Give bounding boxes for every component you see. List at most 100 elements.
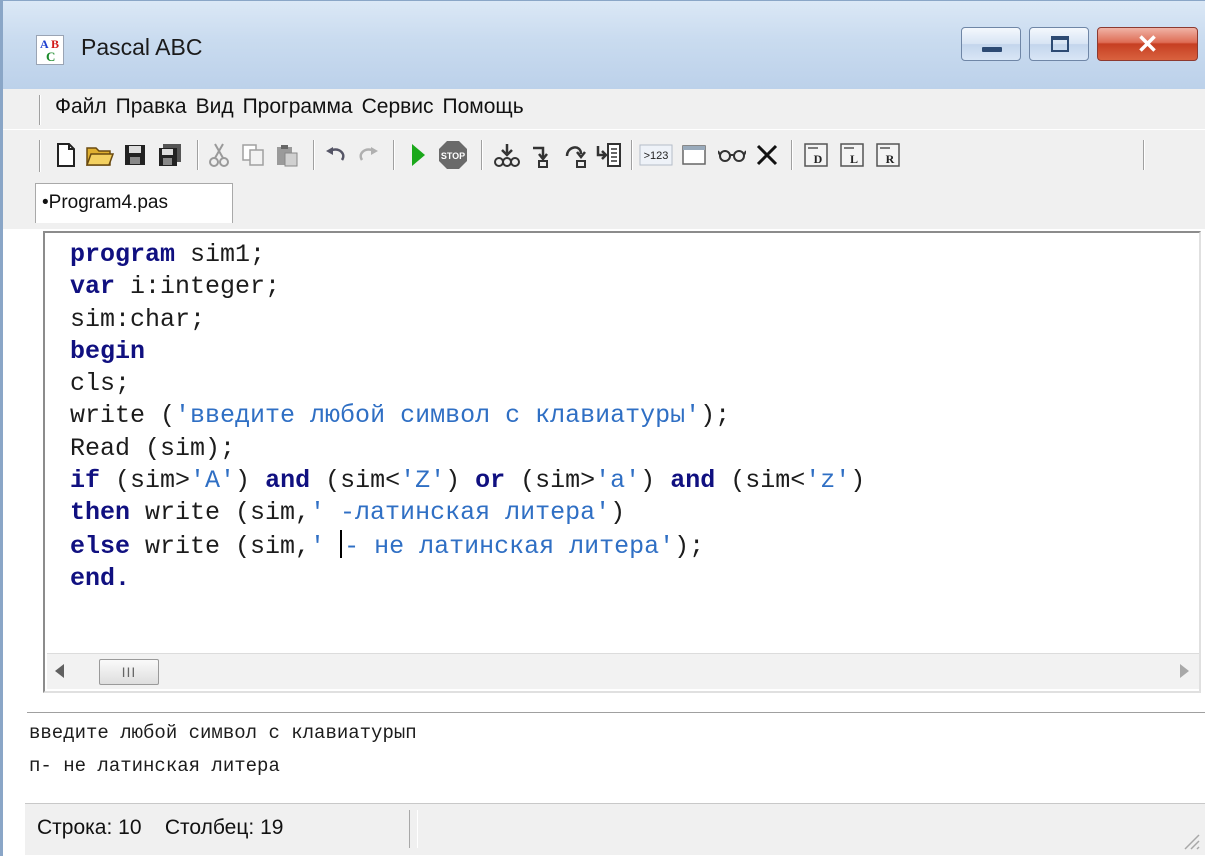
icon-letter-c: C (46, 49, 56, 64)
code-line[interactable]: then write (sim,' -латинская литера') (70, 497, 865, 529)
stop-button[interactable]: STOP (435, 138, 471, 172)
toolbar-separator (631, 140, 633, 170)
code-keyword: or (475, 466, 506, 496)
code-token: Read (sim); (70, 433, 236, 463)
code-line[interactable]: cls; (70, 368, 865, 400)
debug-d-icon: D (804, 143, 828, 167)
toolbar-separator (313, 140, 315, 170)
code-string: 'a' (595, 466, 641, 496)
scroll-left-icon[interactable] (55, 664, 64, 678)
output-window-button[interactable] (677, 138, 711, 172)
glasses-button[interactable] (715, 138, 749, 172)
code-line[interactable]: end. (70, 563, 865, 595)
menu-item-help[interactable]: Помощь (443, 95, 524, 119)
save-all-button[interactable] (153, 138, 187, 172)
step-over-button[interactable] (525, 138, 557, 172)
code-token: write (sim, (130, 531, 311, 561)
evaluate-button[interactable]: >123 (637, 138, 675, 172)
code-token: write (sim, (130, 498, 311, 528)
redo-button[interactable] (353, 138, 383, 172)
code-line[interactable]: var i:integer; (70, 271, 865, 303)
code-token: (sim> (505, 466, 596, 496)
horizontal-scrollbar[interactable]: III (47, 653, 1199, 689)
undo-button[interactable] (321, 138, 351, 172)
menu-items: Файл Правка Вид Программа Сервис Помощь (55, 95, 533, 119)
code-text[interactable]: program sim1; var i:integer; sim:char; begi… (70, 239, 865, 595)
run-to-cursor-button[interactable] (593, 138, 625, 172)
main-window: A B C Pascal ABC ✕ Файл Правка Вид Прогр… (0, 0, 1205, 856)
scroll-right-icon[interactable] (1180, 664, 1189, 678)
pascal-abc-app-icon[interactable]: A B C (36, 35, 64, 65)
code-line[interactable]: else write (sim,' - не латинская литера'… (70, 529, 865, 563)
code-token: ) (850, 466, 866, 496)
tab-strip: •Program4.pas (3, 181, 1205, 229)
code-keyword: end. (70, 563, 131, 593)
output-window-icon (682, 145, 706, 165)
code-keyword: else (70, 531, 131, 561)
output-line: п- не латинская литера (29, 755, 280, 777)
debug-d-button[interactable]: D (799, 138, 833, 172)
stop-label: STOP (441, 151, 465, 161)
scrollbar-thumb[interactable]: III (99, 659, 159, 685)
debug-l-label: L (850, 152, 858, 166)
cursor-position-panel: Строка: 10 Столбец: 19 (25, 810, 410, 848)
code-token: ) (235, 466, 266, 496)
toolbar-separator (197, 140, 199, 170)
code-token: ) (445, 466, 476, 496)
code-token: sim:char; (70, 304, 206, 334)
code-editor[interactable]: program sim1; var i:integer; sim:char; begi… (43, 231, 1201, 693)
menu-bar: Файл Правка Вид Программа Сервис Помощь (3, 89, 1205, 129)
undo-icon (326, 147, 345, 161)
code-keyword: and (670, 466, 716, 496)
menu-item-edit[interactable]: Правка (116, 95, 187, 119)
save-button[interactable] (119, 138, 151, 172)
paste-button[interactable] (271, 138, 303, 172)
cut-button[interactable] (203, 138, 235, 172)
minimize-button[interactable] (961, 27, 1021, 61)
title-bar[interactable]: A B C Pascal ABC ✕ (3, 1, 1205, 89)
toolbar-grip (39, 140, 41, 172)
debug-l-button[interactable]: L (835, 138, 869, 172)
open-file-button[interactable] (83, 138, 117, 172)
code-keyword: if (70, 466, 101, 496)
code-line[interactable]: program sim1; (70, 239, 865, 271)
code-line[interactable]: write ('введите любой символ с клавиатур… (70, 400, 865, 432)
debug-l-icon: L (840, 143, 864, 167)
step-into-icon (494, 144, 520, 167)
menu-item-view[interactable]: Вид (196, 95, 234, 119)
column-label: Столбец: (164, 816, 255, 839)
code-token: cls; (70, 369, 131, 399)
code-token: (sim< (310, 466, 401, 496)
toolbar-separator (393, 140, 395, 170)
toolbar-separator (481, 140, 483, 170)
menu-item-file[interactable]: Файл (55, 95, 107, 119)
code-line[interactable]: if (sim>'A') and (sim<'Z') or (sim>'a') … (70, 465, 865, 497)
code-keyword: begin (70, 336, 146, 366)
run-button[interactable] (403, 138, 433, 172)
menu-item-service[interactable]: Сервис (362, 95, 434, 119)
step-into-button[interactable] (491, 138, 523, 172)
delete-button[interactable] (751, 138, 783, 172)
stop-icon: STOP (439, 141, 467, 169)
debug-r-button[interactable]: R (871, 138, 905, 172)
copy-button[interactable] (237, 138, 269, 172)
redo-icon (359, 147, 378, 161)
maximize-button[interactable] (1029, 27, 1089, 61)
close-button[interactable]: ✕ (1097, 27, 1198, 61)
step-out-button[interactable] (559, 138, 591, 172)
code-line[interactable]: sim:char; (70, 304, 865, 336)
code-line[interactable]: Read (sim); (70, 433, 865, 465)
window-title: Pascal ABC (81, 34, 203, 60)
glasses-icon (718, 150, 746, 162)
save-icon (125, 145, 145, 165)
output-window[interactable]: введите любой символ с клавиатурып п- не … (27, 712, 1205, 800)
resize-grip-icon[interactable] (1179, 829, 1201, 851)
text-caret (340, 529, 343, 558)
debug-r-label: R (886, 152, 895, 166)
code-string: 'A' (190, 466, 236, 496)
menu-item-program[interactable]: Программа (243, 95, 353, 119)
tab-program4[interactable]: •Program4.pas (35, 183, 233, 223)
run-to-cursor-icon (596, 143, 621, 167)
new-file-button[interactable] (51, 138, 81, 172)
code-line[interactable]: begin (70, 336, 865, 368)
